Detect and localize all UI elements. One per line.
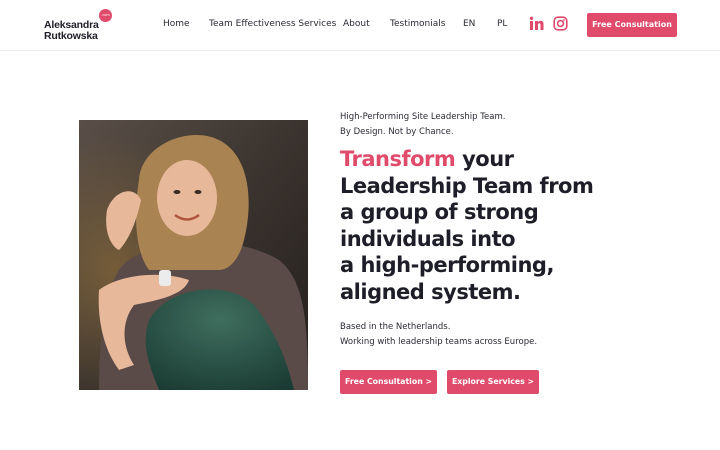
- headline-line2: Leadership Team from: [340, 173, 594, 198]
- nav-lang-en[interactable]: EN: [463, 18, 475, 30]
- linkedin-icon[interactable]: [529, 16, 544, 31]
- instagram-icon[interactable]: [553, 16, 568, 31]
- nav-home[interactable]: Home: [163, 18, 190, 30]
- nav-about[interactable]: About: [343, 18, 370, 30]
- nav-lang-pl[interactable]: PL: [497, 18, 507, 30]
- headline-line6: aligned system.: [340, 279, 521, 304]
- site-header: Aleksandra Rutkowska .com Home Team Effe…: [0, 0, 720, 51]
- portrait-photo: [79, 120, 308, 390]
- headline-line3: a group of strong: [340, 200, 539, 224]
- logo-name-line2: Rutkowska: [44, 29, 98, 42]
- logo-name-line1: Aleksandra: [44, 19, 99, 31]
- tagline-line1: High-Performing Site Leadership Team.: [340, 112, 506, 122]
- location-line1: Based in the Netherlands.: [340, 322, 451, 332]
- nav-team-effectiveness-services[interactable]: Team Effectiveness Services: [209, 18, 336, 30]
- logo-text: Aleksandra Rutkowska: [44, 20, 99, 41]
- headline-accent: Transform: [340, 147, 456, 171]
- free-consultation-header-button[interactable]: Free Consultation: [587, 13, 677, 37]
- headline-line4: individuals into: [340, 226, 516, 251]
- logo-badge: .com: [99, 9, 112, 22]
- hero-headline: Transform your Leadership Team from a gr…: [340, 146, 670, 305]
- location-line2: Working with leadership teams across Eur…: [340, 336, 538, 347]
- hero-tagline: High-Performing Site Leadership Team. By…: [340, 110, 505, 139]
- hero-location: Based in the Netherlands. Working with l…: [340, 320, 537, 349]
- headline-line5: a high-performing,: [340, 253, 554, 277]
- explore-services-button[interactable]: Explore Services >: [447, 370, 539, 394]
- headline-line1-rest: your: [455, 147, 514, 171]
- free-consultation-button[interactable]: Free Consultation >: [340, 370, 437, 394]
- tagline-line2: By Design. Not by Chance.: [340, 126, 454, 137]
- nav-testimonials[interactable]: Testimonials: [390, 18, 445, 30]
- logo[interactable]: Aleksandra Rutkowska .com: [44, 9, 116, 43]
